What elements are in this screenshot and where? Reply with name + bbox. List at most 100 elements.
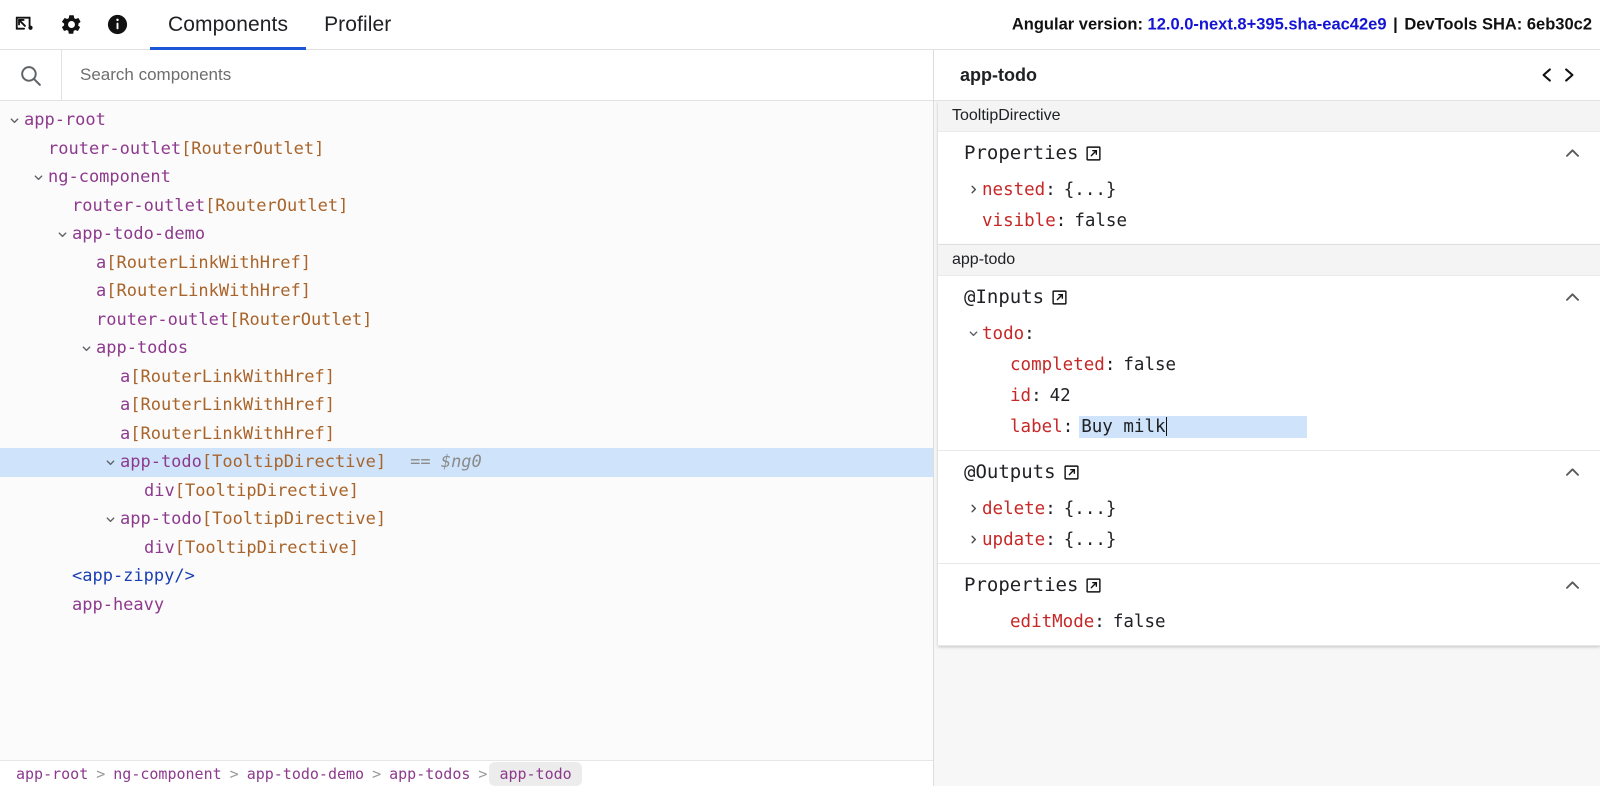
chevron-down-icon[interactable] (54, 229, 70, 240)
chevron-down-icon[interactable] (102, 457, 118, 468)
tree-node[interactable]: div[TooltipDirective] (0, 477, 933, 506)
search-input[interactable] (62, 50, 933, 100)
property-value-text: false (1074, 211, 1127, 231)
breadcrumb-item[interactable]: app-root (10, 765, 94, 783)
tree-node[interactable]: <app-zippy/> (0, 562, 933, 591)
search-icon[interactable] (0, 50, 62, 101)
tree-node-name: router-outlet (96, 310, 229, 330)
details-header: app-todo (934, 50, 1600, 101)
tree-node-name: a (96, 281, 106, 301)
breadcrumb-item[interactable]: ng-component (107, 765, 227, 783)
tree-node-directive: [RouterOutlet] (229, 310, 372, 330)
property-row[interactable]: nested : {...} (938, 174, 1600, 205)
tree-node[interactable]: app-root (0, 106, 933, 135)
property-row[interactable]: delete : {...} (938, 493, 1600, 524)
chevron-up-icon[interactable] (1563, 288, 1582, 307)
tree-node[interactable]: a[RouterLinkWithHref] (0, 249, 933, 278)
property-row[interactable]: label:Buy milk (938, 411, 1600, 442)
property-row[interactable]: id:42 (938, 380, 1600, 411)
tree-node[interactable]: a[RouterLinkWithHref] (0, 277, 933, 306)
external-link-icon[interactable] (1051, 289, 1068, 306)
section-header[interactable]: Properties (938, 564, 1600, 606)
property-separator: : (1056, 211, 1067, 231)
component-tree[interactable]: app-rootrouter-outlet[RouterOutlet]ng-co… (0, 101, 933, 786)
tree-node-name: div (144, 538, 175, 558)
breadcrumb[interactable]: app-root>ng-component>app-todo-demo>app-… (0, 760, 933, 786)
property-value: {...} (1064, 180, 1117, 200)
chevron-right-icon[interactable] (964, 503, 982, 514)
details-section: @Outputs delete : {...}update : {...} (938, 451, 1600, 564)
chevron-up-icon[interactable] (1563, 576, 1582, 595)
breadcrumb-separator: > (94, 765, 107, 783)
property-key: todo (982, 324, 1024, 344)
chevron-up-icon[interactable] (1563, 463, 1582, 482)
property-row[interactable]: todo : (938, 318, 1600, 349)
chevron-down-icon[interactable] (964, 328, 982, 339)
tree-node-name: ng-component (48, 167, 171, 187)
chevron-left-icon[interactable] (1538, 64, 1557, 86)
tree-node[interactable]: ng-component (0, 163, 933, 192)
tree-node-console-ref: == $ng0 (410, 452, 482, 472)
tree-node[interactable]: router-outlet[RouterOutlet] (0, 306, 933, 335)
tree-node-directive: [RouterLinkWithHref] (130, 367, 335, 387)
info-icon[interactable] (102, 10, 132, 40)
chevron-down-icon[interactable] (78, 343, 94, 354)
tree-node[interactable]: a[RouterLinkWithHref] (0, 420, 933, 449)
tree-node[interactable]: a[RouterLinkWithHref] (0, 363, 933, 392)
chevron-down-icon[interactable] (30, 172, 46, 183)
angular-version-link[interactable]: 12.0.0-next.8+395.sha-eac42e9 (1148, 15, 1387, 33)
tree-node[interactable]: router-outlet[RouterOutlet] (0, 135, 933, 164)
tree-node[interactable]: a[RouterLinkWithHref] (0, 391, 933, 420)
breadcrumb-item[interactable]: app-todo-demo (241, 765, 370, 783)
chevron-down-icon[interactable] (6, 115, 22, 126)
property-key: update (982, 530, 1045, 550)
main-tabs: Components Profiler (150, 0, 409, 50)
section-title-label: Properties (964, 142, 1078, 164)
tab-components[interactable]: Components (150, 0, 306, 50)
tree-node[interactable]: app-todo[TooltipDirective]== $ng0 (0, 448, 933, 477)
chevron-down-icon[interactable] (102, 514, 118, 525)
section-title-label: @Outputs (964, 461, 1056, 483)
tree-node[interactable]: app-todos (0, 334, 933, 363)
chevron-up-icon[interactable] (1563, 144, 1582, 163)
inspect-element-icon[interactable] (10, 10, 40, 40)
breadcrumb-item[interactable]: app-todo (489, 762, 581, 786)
section-header[interactable]: @Outputs (938, 451, 1600, 493)
gear-icon[interactable] (56, 10, 86, 40)
property-separator: : (1094, 612, 1105, 632)
tree-node[interactable]: router-outlet[RouterOutlet] (0, 192, 933, 221)
details-card: app-todo@Inputstodo : completed:falseid:… (938, 245, 1600, 646)
chevron-right-icon[interactable] (964, 534, 982, 545)
property-row[interactable]: editMode:false (938, 606, 1600, 637)
tree-node[interactable]: app-todo-demo (0, 220, 933, 249)
property-row[interactable]: visible:false (938, 205, 1600, 236)
breadcrumb-separator: > (476, 765, 489, 783)
tree-node[interactable]: app-todo[TooltipDirective] (0, 505, 933, 534)
tree-node[interactable]: div[TooltipDirective] (0, 534, 933, 563)
external-link-icon[interactable] (1063, 464, 1080, 481)
section-title: Properties (964, 574, 1102, 596)
tree-node-name: app-root (24, 110, 106, 130)
external-link-icon[interactable] (1085, 145, 1102, 162)
tab-profiler[interactable]: Profiler (306, 0, 409, 50)
property-row[interactable]: update : {...} (938, 524, 1600, 555)
section-header[interactable]: Properties (938, 132, 1600, 174)
property-value-text: {...} (1064, 530, 1117, 550)
chevron-right-icon[interactable] (1559, 64, 1578, 86)
property-key: label (1010, 417, 1063, 437)
tree-node-name: div (144, 481, 175, 501)
property-value-text: false (1113, 612, 1166, 632)
tree-node-name: a (120, 424, 130, 444)
property-key: nested (982, 180, 1045, 200)
external-link-icon[interactable] (1085, 577, 1102, 594)
section-header[interactable]: @Inputs (938, 276, 1600, 318)
section-title: Properties (964, 142, 1102, 164)
chevron-right-icon[interactable] (964, 184, 982, 195)
property-row[interactable]: completed:false (938, 349, 1600, 380)
breadcrumb-item[interactable]: app-todos (383, 765, 476, 783)
tree-node-name: router-outlet (72, 196, 205, 216)
property-value-input[interactable]: Buy milk (1079, 416, 1307, 438)
tree-node-name: app-todos (96, 338, 188, 358)
property-separator: : (1063, 417, 1074, 437)
tree-node[interactable]: app-heavy (0, 591, 933, 620)
